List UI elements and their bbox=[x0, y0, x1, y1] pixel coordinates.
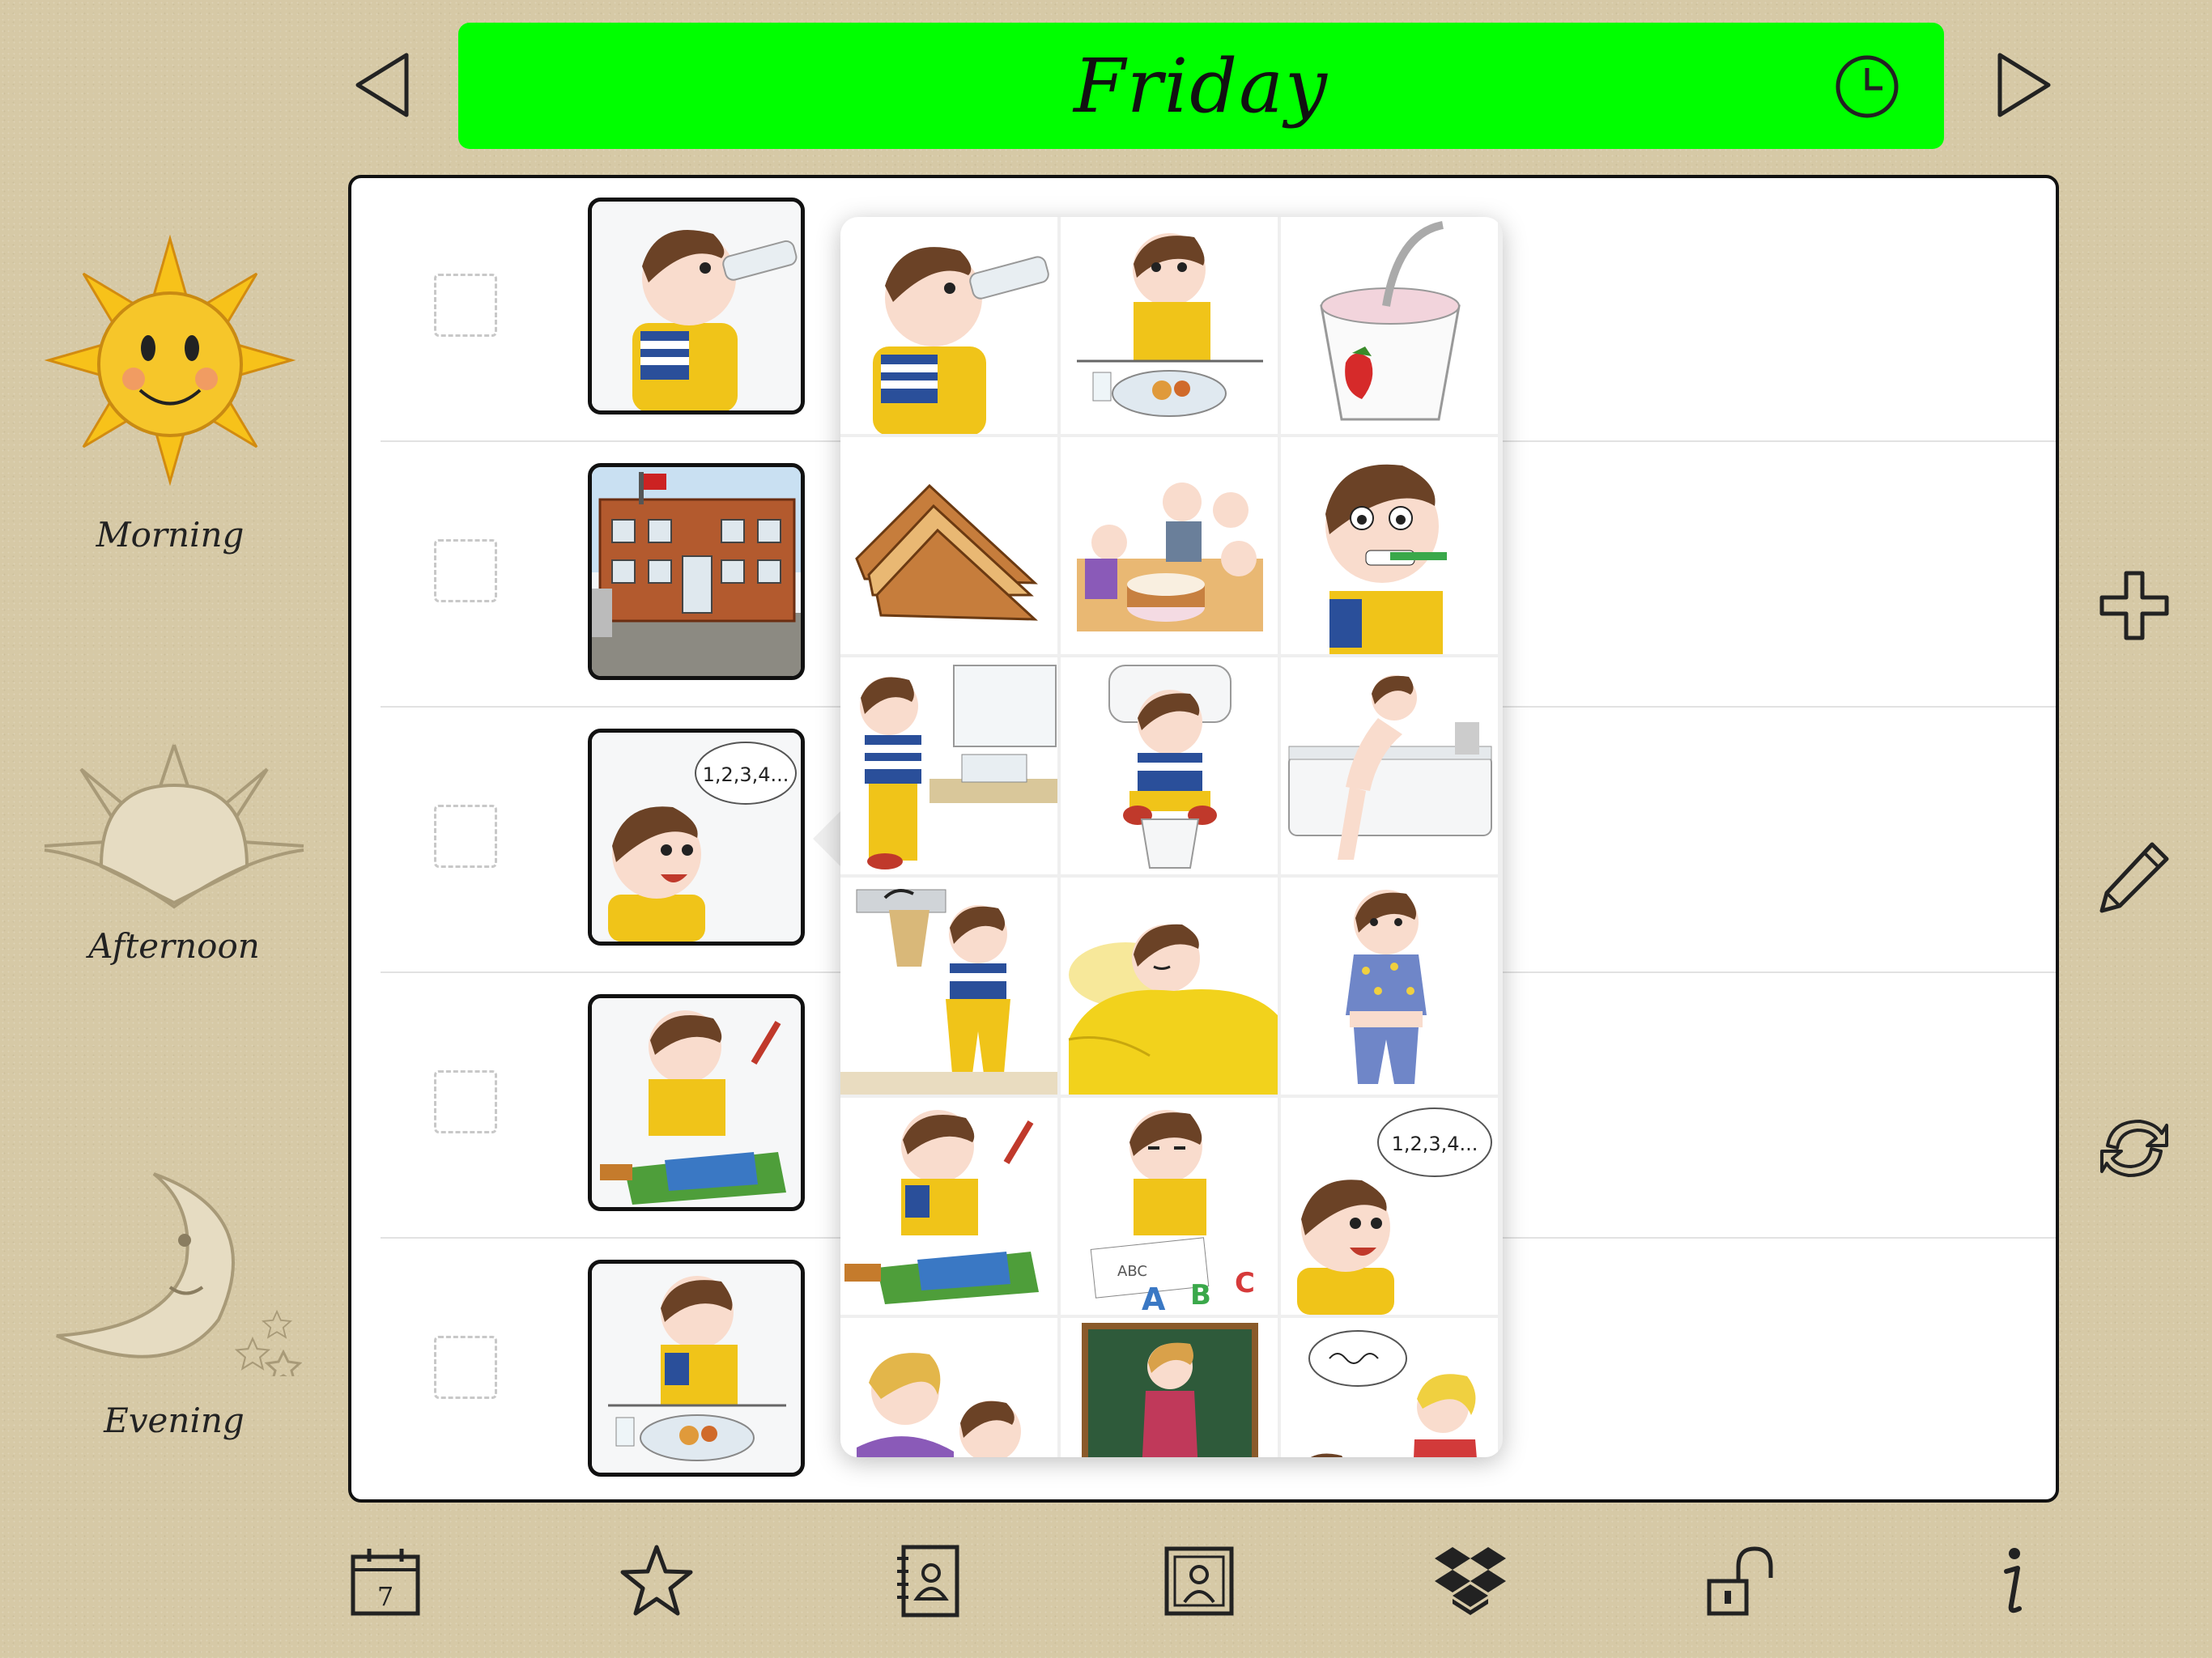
unlock-icon bbox=[1707, 1546, 1773, 1616]
popover-pointer bbox=[813, 810, 842, 868]
picture-grid: ABC A B C 1,2,3,4... bbox=[840, 217, 1498, 1457]
picker-item-birthday-party[interactable] bbox=[1061, 437, 1278, 654]
previous-day-button[interactable] bbox=[350, 49, 415, 121]
morning-label: Morning bbox=[96, 515, 245, 555]
row-checkbox[interactable] bbox=[434, 1336, 497, 1399]
contacts-button[interactable] bbox=[889, 1542, 967, 1620]
row-checkbox[interactable] bbox=[434, 805, 497, 868]
calendar-icon: 7 bbox=[351, 1549, 420, 1616]
schedule-card-boy-painting[interactable] bbox=[588, 994, 805, 1211]
picker-item-bath[interactable] bbox=[1281, 657, 1498, 874]
row-checkbox[interactable] bbox=[434, 1070, 497, 1133]
photo-button[interactable] bbox=[1160, 1542, 1238, 1620]
picker-item-counting[interactable]: 1,2,3,4... bbox=[1281, 1098, 1498, 1315]
picker-item-toilet[interactable] bbox=[1061, 657, 1278, 874]
svg-text:C: C bbox=[1235, 1267, 1255, 1299]
lock-button[interactable] bbox=[1703, 1542, 1780, 1620]
photo-frame-icon bbox=[1164, 1546, 1234, 1616]
calendar-button[interactable]: 7 bbox=[347, 1542, 424, 1620]
row-checkbox[interactable] bbox=[434, 274, 497, 337]
star-icon bbox=[620, 1545, 693, 1616]
evening-label: Evening bbox=[104, 1401, 245, 1440]
sync-button[interactable] bbox=[2095, 1109, 2173, 1187]
counting-bubble-text: 1,2,3,4... bbox=[703, 763, 789, 786]
picker-item-sleeping[interactable] bbox=[1061, 878, 1278, 1095]
picker-item-washing-hands[interactable] bbox=[840, 657, 1057, 874]
edit-button[interactable] bbox=[2095, 838, 2173, 916]
moon-icon bbox=[56, 1172, 303, 1376]
morning-button[interactable] bbox=[45, 235, 296, 486]
picker-item-toast[interactable] bbox=[840, 437, 1057, 654]
picker-item-painting[interactable] bbox=[840, 1098, 1057, 1315]
schedule-card-boy-counting[interactable]: 1,2,3,4... bbox=[588, 729, 805, 946]
picker-item-getting-dressed[interactable] bbox=[840, 878, 1057, 1095]
clock-icon[interactable] bbox=[1832, 52, 1902, 121]
evening-button[interactable] bbox=[49, 1166, 308, 1376]
day-header: Friday bbox=[458, 23, 1944, 149]
picker-item-yogurt[interactable] bbox=[1281, 217, 1498, 434]
picture-picker-popover: ABC A B C 1,2,3,4... bbox=[840, 217, 1503, 1457]
picker-item-brushing-teeth[interactable] bbox=[1281, 437, 1498, 654]
schedule-card-boy-eating[interactable] bbox=[588, 1260, 805, 1477]
afternoon-label: Afternoon bbox=[88, 926, 260, 966]
pencil-icon bbox=[2099, 842, 2169, 913]
add-button[interactable] bbox=[2095, 567, 2173, 644]
day-title: Friday bbox=[1074, 42, 1329, 130]
schedule-card-school-building[interactable] bbox=[588, 463, 805, 680]
svg-text:B: B bbox=[1190, 1279, 1211, 1312]
dropbox-button[interactable] bbox=[1431, 1542, 1509, 1620]
plus-icon bbox=[2099, 571, 2169, 640]
sun-icon bbox=[45, 235, 296, 486]
next-day-button[interactable] bbox=[1992, 49, 2057, 121]
picker-item-pajamas[interactable] bbox=[1281, 878, 1498, 1095]
picker-counting-bubble-text: 1,2,3,4... bbox=[1392, 1133, 1478, 1155]
schedule-card-boy-drinking[interactable] bbox=[588, 198, 805, 414]
picker-item-boy-eating[interactable] bbox=[1061, 217, 1278, 434]
picker-item-boy-drinking[interactable] bbox=[840, 217, 1057, 434]
picker-item-teacher-talking[interactable] bbox=[1281, 1318, 1498, 1457]
setting-sun-icon bbox=[44, 744, 304, 909]
picker-item-mother-and-boy[interactable] bbox=[840, 1318, 1057, 1457]
contacts-book-icon bbox=[897, 1545, 959, 1618]
picker-item-writing-abc[interactable]: ABC A B C bbox=[1061, 1098, 1278, 1315]
sync-icon bbox=[2100, 1120, 2168, 1177]
picker-item-teacher-blackboard[interactable] bbox=[1061, 1318, 1278, 1457]
info-icon bbox=[2004, 1548, 2022, 1613]
svg-text:ABC: ABC bbox=[1117, 1263, 1147, 1280]
afternoon-button[interactable] bbox=[40, 737, 308, 915]
calendar-day-number: 7 bbox=[377, 1581, 393, 1612]
svg-text:A: A bbox=[1142, 1282, 1166, 1315]
dropbox-icon bbox=[1435, 1547, 1506, 1615]
row-checkbox[interactable] bbox=[434, 539, 497, 602]
favorites-button[interactable] bbox=[618, 1542, 696, 1620]
info-button[interactable] bbox=[1974, 1542, 2052, 1620]
